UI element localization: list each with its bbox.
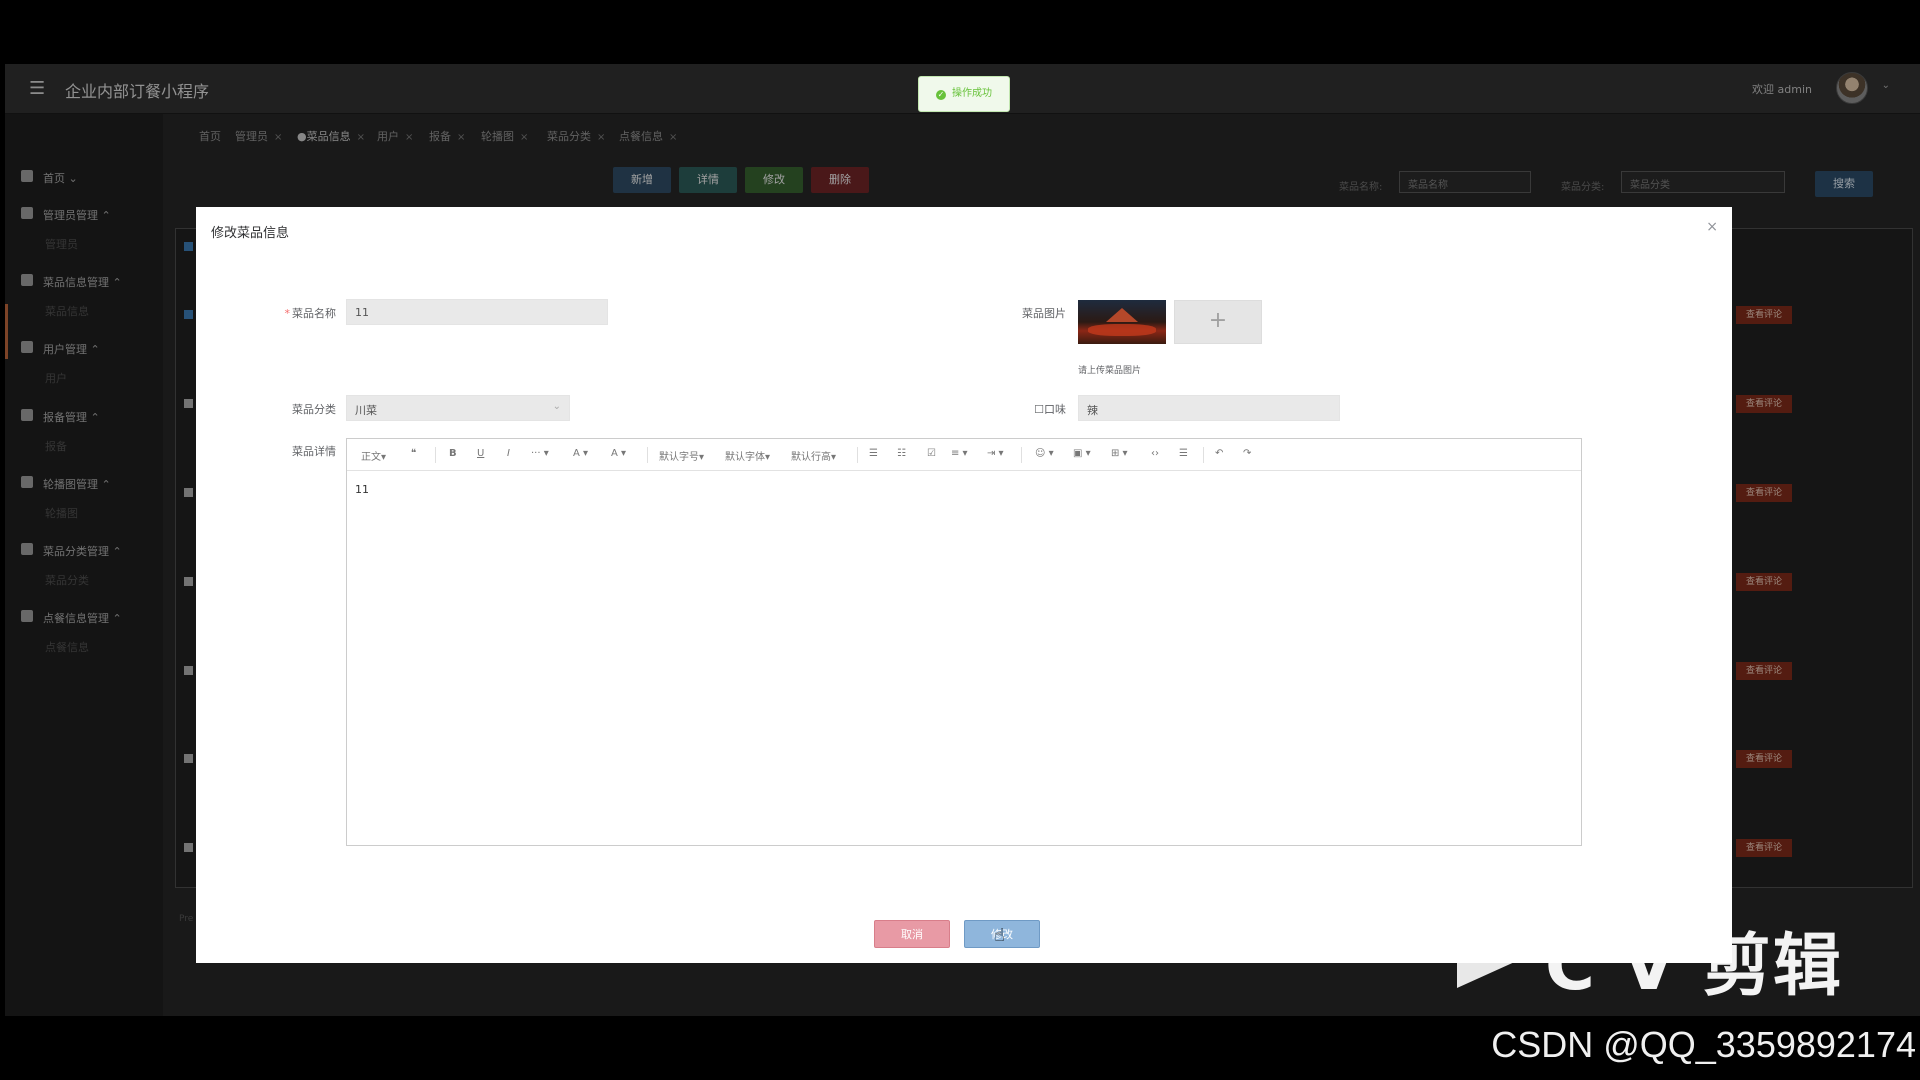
background-color-icon[interactable]: A ▾ — [611, 448, 626, 459]
dish-image-label: 菜品图片 — [1022, 307, 1066, 320]
dish-image-thumbnail[interactable] — [1078, 300, 1166, 344]
quote-icon[interactable]: ❝ — [411, 448, 416, 459]
undo-icon[interactable]: ↶ — [1215, 448, 1223, 459]
indent-dropdown[interactable]: ⇥ ▾ — [987, 448, 1004, 459]
bullet-list-icon[interactable]: ☰ — [869, 448, 878, 459]
dish-detail-label: 菜品详情 — [292, 445, 336, 458]
dish-category-select[interactable]: 川菜 ⌄ — [346, 395, 570, 421]
more-format-dropdown[interactable]: ··· ▾ — [531, 448, 549, 459]
success-toast: ✓ 操作成功 — [918, 76, 1010, 112]
paragraph-format-dropdown[interactable]: 正文▾ — [361, 448, 386, 463]
emoji-icon[interactable]: ☺ ▾ — [1035, 448, 1054, 459]
font-size-dropdown[interactable]: 默认字号▾ — [659, 448, 704, 463]
table-icon[interactable]: ⊞ ▾ — [1111, 448, 1128, 459]
editor-toolbar: 正文▾ ❝ B U I ··· ▾ A ▾ A ▾ 默认字号▾ 默认字体▾ 默认… — [347, 439, 1581, 471]
upload-hint: 请上传菜品图片 — [1078, 366, 1142, 376]
image-icon[interactable]: ▣ ▾ — [1073, 448, 1091, 459]
redo-icon[interactable]: ↷ — [1243, 448, 1251, 459]
checkbox-icon: ☐ — [1034, 403, 1044, 416]
font-family-dropdown[interactable]: 默认字体▾ — [725, 448, 770, 463]
editor-content[interactable]: 11 — [355, 483, 369, 496]
align-dropdown[interactable]: ≡ ▾ — [951, 448, 968, 459]
dish-name-label: * 菜品名称 — [284, 307, 337, 320]
chevron-down-icon: ⌄ — [552, 401, 561, 412]
taste-input[interactable]: 辣 — [1078, 395, 1340, 421]
check-circle-icon: ✓ — [936, 90, 946, 100]
dialog-title: 修改菜品信息 — [211, 226, 290, 241]
bold-icon[interactable]: B — [449, 448, 457, 459]
cancel-button[interactable]: 取消 — [874, 920, 950, 948]
numbered-list-icon[interactable]: ☷ — [897, 448, 906, 459]
edit-dish-dialog: 修改菜品信息 × * 菜品名称 11 菜品图片 + 请上传菜品图片 菜品分类 川菜… — [196, 207, 1732, 963]
close-icon[interactable]: × — [1706, 219, 1718, 235]
upload-plus-button[interactable]: + — [1174, 300, 1262, 344]
rich-text-editor[interactable]: 正文▾ ❝ B U I ··· ▾ A ▾ A ▾ 默认字号▾ 默认字体▾ 默认… — [346, 438, 1582, 846]
taste-label: ☐口味 — [1034, 403, 1066, 416]
csdn-credit: CSDN @QQ_3359892174 — [1491, 1024, 1916, 1065]
play-logo-icon — [1457, 930, 1519, 988]
dish-category-label: 菜品分类 — [292, 403, 336, 416]
line-height-dropdown[interactable]: 默认行高▾ — [791, 448, 836, 463]
code-icon[interactable]: ‹› — [1151, 448, 1159, 459]
font-color-icon[interactable]: A ▾ — [573, 448, 588, 459]
video-watermark: C V 剪辑 — [1545, 927, 1843, 1006]
italic-icon[interactable]: I — [507, 448, 510, 459]
todo-icon[interactable]: ☑ — [927, 448, 936, 459]
dish-name-input[interactable]: 11 — [346, 299, 608, 325]
underline-icon[interactable]: U — [477, 448, 484, 459]
divider-icon[interactable]: ☰ — [1179, 448, 1188, 459]
hand-cursor-icon: ☝ — [994, 925, 1005, 946]
